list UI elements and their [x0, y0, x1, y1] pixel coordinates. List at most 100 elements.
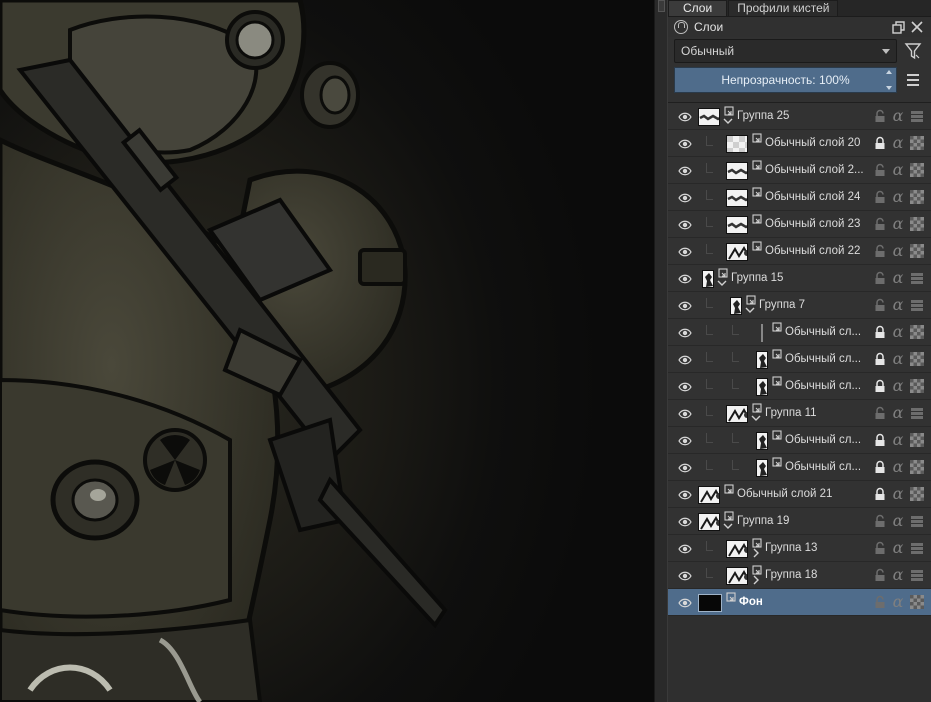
eye-icon[interactable] [678, 408, 692, 419]
inherit-alpha-icon[interactable] [910, 298, 924, 312]
opacity-slider[interactable]: Непрозрачность: 100% [674, 67, 897, 93]
chevron-icon[interactable] [723, 115, 733, 125]
inherit-alpha-icon[interactable] [910, 352, 924, 366]
alpha-icon[interactable]: α [891, 513, 905, 529]
alpha-icon[interactable]: α [891, 594, 905, 610]
chevron-icon[interactable] [751, 412, 761, 422]
layer-name[interactable]: Группа 11 [765, 407, 817, 419]
lock-icon[interactable] [873, 298, 887, 312]
spin-down-icon[interactable] [886, 86, 892, 90]
alpha-icon[interactable]: α [891, 351, 905, 367]
eye-icon[interactable] [678, 354, 692, 365]
lock-icon[interactable] [873, 460, 887, 474]
inherit-alpha-icon[interactable] [910, 325, 924, 339]
alpha-icon[interactable]: α [891, 135, 905, 151]
layer-name[interactable]: Группа 18 [765, 569, 817, 581]
layer-name[interactable]: Группа 7 [759, 299, 805, 311]
layer-row[interactable]: Обычный слой 23 α [668, 211, 931, 238]
eye-icon[interactable] [678, 597, 692, 608]
layer-row[interactable]: Обычный слой 21 α [668, 481, 931, 508]
layer-row[interactable]: Группа 15 α [668, 265, 931, 292]
layer-row[interactable]: Группа 7 α [668, 292, 931, 319]
inherit-alpha-icon[interactable] [910, 271, 924, 285]
alpha-icon[interactable]: α [891, 162, 905, 178]
lock-icon[interactable] [873, 433, 887, 447]
lock-icon[interactable] [873, 379, 887, 393]
layer-name[interactable]: Фон [739, 596, 763, 608]
splitter-grip[interactable] [658, 0, 665, 12]
layer-name[interactable]: Группа 13 [765, 542, 817, 554]
alpha-icon[interactable]: α [891, 297, 905, 313]
filter-button[interactable] [901, 39, 925, 63]
layer-row[interactable]: Обычный слой 22 α [668, 238, 931, 265]
eye-icon[interactable] [678, 381, 692, 392]
inherit-alpha-icon[interactable] [910, 541, 924, 555]
eye-icon[interactable] [678, 219, 692, 230]
layer-row[interactable]: Обычный сл... α [668, 346, 931, 373]
inherit-alpha-icon[interactable] [910, 433, 924, 447]
alpha-icon[interactable]: α [891, 432, 905, 448]
layer-name[interactable]: Обычный сл... [785, 434, 861, 446]
alpha-icon[interactable]: α [891, 486, 905, 502]
layer-row[interactable]: Группа 11 α [668, 400, 931, 427]
layer-row[interactable]: Обычный сл... α [668, 454, 931, 481]
layer-row[interactable]: Обычный слой 24 α [668, 184, 931, 211]
inherit-alpha-icon[interactable] [910, 460, 924, 474]
inherit-alpha-icon[interactable] [910, 244, 924, 258]
layer-row[interactable]: Обычный слой 20 α [668, 130, 931, 157]
lock-icon[interactable] [873, 487, 887, 501]
layer-name[interactable]: Группа 25 [737, 110, 789, 122]
layer-row[interactable]: Фон α [668, 589, 931, 616]
eye-icon[interactable] [678, 327, 692, 338]
layer-name[interactable]: Обычный сл... [785, 326, 861, 338]
lock-icon[interactable] [873, 109, 887, 123]
alpha-icon[interactable]: α [891, 108, 905, 124]
layer-name[interactable]: Обычный слой 22 [765, 245, 860, 257]
blend-mode-select[interactable]: Обычный [674, 39, 897, 63]
layer-name[interactable]: Обычный слой 2... [765, 164, 864, 176]
eye-icon[interactable] [678, 273, 692, 284]
drawing-canvas[interactable] [0, 0, 654, 702]
alpha-icon[interactable]: α [891, 405, 905, 421]
opacity-spinner[interactable] [886, 70, 894, 90]
lock-icon[interactable] [873, 568, 887, 582]
eye-icon[interactable] [678, 489, 692, 500]
layer-name[interactable]: Обычный сл... [785, 380, 861, 392]
inherit-alpha-icon[interactable] [910, 109, 924, 123]
lock-icon[interactable] [873, 514, 887, 528]
layer-name[interactable]: Обычный слой 21 [737, 488, 832, 500]
lock-icon[interactable] [873, 136, 887, 150]
layer-row[interactable]: Группа 19 α [668, 508, 931, 535]
panel-splitter[interactable] [654, 0, 668, 702]
lock-icon[interactable] [873, 190, 887, 204]
alpha-icon[interactable]: α [891, 243, 905, 259]
eye-icon[interactable] [678, 246, 692, 257]
lock-icon[interactable] [873, 325, 887, 339]
inherit-alpha-icon[interactable] [910, 487, 924, 501]
layer-list[interactable]: Группа 25 α Обычный слой 20 α Обычный слой 2… [668, 102, 931, 702]
close-button[interactable] [909, 19, 925, 35]
inherit-alpha-icon[interactable] [910, 217, 924, 231]
alpha-icon[interactable]: α [891, 270, 905, 286]
eye-icon[interactable] [678, 462, 692, 473]
eye-icon[interactable] [678, 435, 692, 446]
eye-icon[interactable] [678, 516, 692, 527]
layer-name[interactable]: Обычный сл... [785, 353, 861, 365]
lock-icon[interactable] [873, 406, 887, 420]
layer-name[interactable]: Обычный слой 20 [765, 137, 860, 149]
lock-icon[interactable] [873, 352, 887, 366]
tab-layers[interactable]: Слои [668, 0, 728, 16]
alpha-icon[interactable]: α [891, 216, 905, 232]
eye-icon[interactable] [678, 543, 692, 554]
chevron-icon[interactable] [717, 277, 727, 287]
layer-name[interactable]: Обычный слой 24 [765, 191, 860, 203]
layer-row[interactable]: Группа 25 α [668, 103, 931, 130]
inherit-alpha-icon[interactable] [910, 163, 924, 177]
layer-row[interactable]: Обычный сл... α [668, 427, 931, 454]
layer-row[interactable]: Обычный слой 2... α [668, 157, 931, 184]
lock-icon[interactable] [873, 244, 887, 258]
inherit-alpha-icon[interactable] [910, 595, 924, 609]
float-button[interactable] [890, 19, 906, 35]
inherit-alpha-icon[interactable] [910, 406, 924, 420]
inherit-alpha-icon[interactable] [910, 514, 924, 528]
